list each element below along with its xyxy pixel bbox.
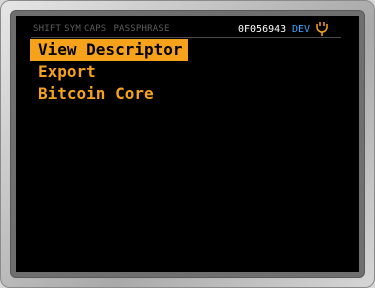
- menu-item-view-descriptor[interactable]: View Descriptor: [30, 39, 188, 61]
- plug-icon: [316, 22, 328, 36]
- sym-indicator: SYM: [64, 24, 81, 34]
- mode-badge: DEV: [292, 24, 311, 35]
- device-screen: SHIFT SYM CAPS PASSPHRASE 0F056943 DEV View…: [16, 16, 359, 272]
- passphrase-indicator: PASSPHRASE: [113, 24, 170, 34]
- menu-list: View Descriptor Export Bitcoin Core: [30, 39, 188, 105]
- shift-indicator: SHIFT: [33, 24, 62, 34]
- keyboard-indicators: SHIFT SYM CAPS PASSPHRASE: [33, 24, 173, 34]
- status-bar: SHIFT SYM CAPS PASSPHRASE 0F056943 DEV: [16, 16, 359, 38]
- menu-item-export[interactable]: Export: [30, 61, 188, 83]
- menu-item-bitcoin-core[interactable]: Bitcoin Core: [30, 83, 188, 105]
- caps-indicator: CAPS: [83, 24, 107, 34]
- device-serial: 0F056943: [238, 24, 287, 35]
- status-divider: [31, 37, 341, 38]
